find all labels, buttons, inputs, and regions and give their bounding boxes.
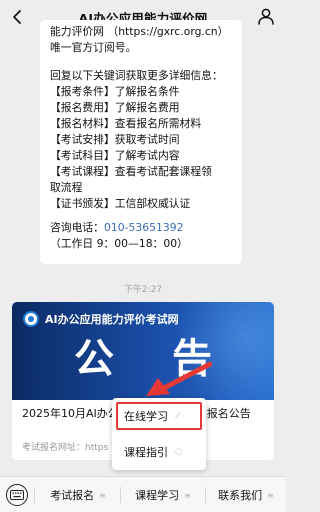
menu-tab-course-study[interactable]: 课程学习 ≡: [121, 477, 205, 512]
mini-program-icon: ◌: [175, 447, 183, 457]
keyboard-icon[interactable]: [6, 484, 28, 506]
menu-indicator-icon: ≡: [99, 490, 106, 500]
keyword-item[interactable]: 【考试科目】了解考试内容: [50, 148, 232, 164]
message-timestamp: 下午2:27: [123, 285, 163, 295]
contact-line: 咨询电话：010-53651392: [50, 220, 232, 236]
keyword-item[interactable]: 【考试课程】查看考试配套课程领: [50, 164, 232, 180]
keyword-item-continued: 取流程: [50, 181, 83, 194]
menu-indicator-icon: ≡: [184, 490, 191, 500]
article-source: 考试报名网址：https: [22, 443, 109, 453]
message-intro: 回复以下关键词获取更多详细信息：: [50, 69, 223, 82]
office-hours: （工作日 9：00—18：00）: [50, 237, 188, 250]
message-line: 唯一官方订阅号。: [50, 41, 137, 54]
menu-tab-exam-registration[interactable]: 考试报名 ≡: [36, 477, 120, 512]
menu-tab-label: 课程学习: [135, 489, 180, 502]
chevron-left-icon[interactable]: [8, 7, 28, 27]
submenu-item-label: 课程指引: [124, 446, 168, 459]
keyword-item[interactable]: 【报名材料】查看报名所需材料: [50, 116, 232, 132]
keyword-item[interactable]: 【报考条件】了解报名条件: [50, 84, 232, 100]
message-line: 能力评价网 （https://gxrc.org.cn）: [50, 25, 229, 38]
submenu-item-course-guide[interactable]: 课程指引 ◌: [112, 440, 206, 464]
message-bubble: 能力评价网 （https://gxrc.org.cn） 唯一官方订阅号。 回复以…: [40, 20, 242, 264]
person-icon[interactable]: [256, 6, 276, 26]
highlight-box: [116, 402, 202, 430]
banner-brand: AI办公应用能力评价考试网: [45, 313, 179, 326]
bottom-menu-bar: 考试报名 ≡ 课程学习 ≡ 联系我们 ≡: [0, 476, 286, 512]
annotation-arrow-icon: [146, 362, 212, 396]
menu-tab-label: 考试报名: [50, 489, 95, 502]
contact-phone-link[interactable]: 010-53651392: [104, 221, 183, 234]
menu-tab-contact-us[interactable]: 联系我们 ≡: [206, 477, 286, 512]
menu-tab-label: 联系我们: [218, 489, 263, 502]
keyword-item[interactable]: 【证书颁发】工信部权威认证: [50, 196, 232, 212]
menu-indicator-icon: ≡: [267, 490, 274, 500]
brand-logo-icon: [23, 311, 39, 327]
contact-label: 咨询电话：: [50, 221, 104, 234]
keyword-item[interactable]: 【报名费用】了解报名费用: [50, 100, 232, 116]
keyword-item[interactable]: 【考试安排】获取考试时间: [50, 132, 232, 148]
